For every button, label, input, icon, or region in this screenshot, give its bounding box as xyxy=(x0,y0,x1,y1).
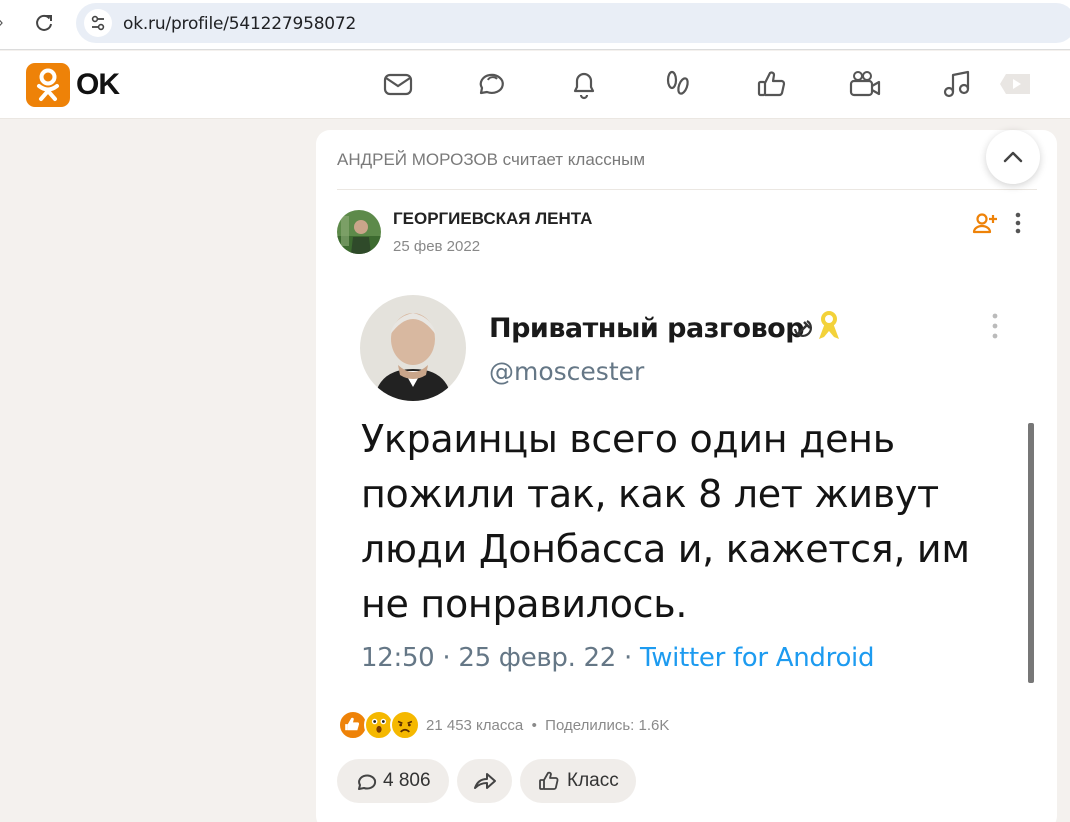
comments-button[interactable]: 4 806 xyxy=(337,759,449,803)
post-stats: 21 453 класса • Поделились: 1.6K xyxy=(426,717,669,734)
guests-icon[interactable] xyxy=(661,67,695,101)
author-avatar[interactable] xyxy=(337,210,381,254)
chevron-up-icon xyxy=(1003,151,1023,163)
class-like-button[interactable]: Класс xyxy=(520,759,636,803)
address-bar[interactable]: ok.ru/profile/541227958072 xyxy=(76,3,1070,43)
forward-icon[interactable]: › xyxy=(0,14,3,32)
tweet-avatar xyxy=(360,295,466,401)
class-like-label: Класс xyxy=(567,770,619,791)
ok-logo-icon[interactable] xyxy=(26,63,70,107)
tweet-author-name: Приватный разговор xyxy=(489,313,805,344)
bell-icon[interactable] xyxy=(567,67,601,101)
tweet-timestamp: 12:50 · 25 февр. 22 · xyxy=(361,643,640,673)
tweet-meta: 12:50 · 25 февр. 22 · Twitter for Androi… xyxy=(361,643,874,673)
video-play-icon[interactable] xyxy=(996,67,1036,101)
tweet-source: Twitter for Android xyxy=(639,643,875,673)
reload-icon[interactable] xyxy=(34,12,54,34)
ok-logo-text[interactable]: OK xyxy=(76,68,120,102)
site-info-icon[interactable] xyxy=(84,9,112,37)
collapse-button[interactable] xyxy=(986,130,1040,184)
mail-icon[interactable] xyxy=(381,67,415,101)
hammer-sickle-ribbon-icon xyxy=(793,310,839,339)
post-image[interactable]: Приватный разговор @moscester Украинцы в… xyxy=(337,277,1037,697)
shares-count[interactable]: Поделились: 1.6K xyxy=(545,717,669,734)
more-options-icon[interactable] xyxy=(1008,210,1028,236)
url-text[interactable]: ok.ru/profile/541227958072 xyxy=(123,14,356,34)
like-icon[interactable] xyxy=(755,67,789,101)
reactions-group[interactable] xyxy=(338,710,428,742)
divider xyxy=(337,189,1037,190)
feed-post-card: АНДРЕЙ МОРОЗОВ считает классным ГЕОРГИЕВ… xyxy=(316,130,1057,822)
post-date[interactable]: 25 фев 2022 xyxy=(393,238,480,255)
add-friend-icon[interactable] xyxy=(972,210,998,236)
comment-icon xyxy=(358,774,377,790)
share-arrow-icon xyxy=(474,773,496,789)
tweet-scrollbar xyxy=(1028,423,1034,683)
video-camera-icon[interactable] xyxy=(848,67,882,101)
sad-reaction-icon xyxy=(390,710,420,740)
author-name[interactable]: ГЕОРГИЕВСКАЯ ЛЕНТА xyxy=(393,209,592,229)
likes-count[interactable]: 21 453 класса xyxy=(426,717,523,734)
liked-by-text[interactable]: АНДРЕЙ МОРОЗОВ считает классным xyxy=(337,150,645,170)
site-header: OK xyxy=(0,51,1070,119)
chat-icon[interactable] xyxy=(473,67,507,101)
stats-separator: • xyxy=(531,717,537,734)
share-button[interactable] xyxy=(457,759,512,803)
browser-toolbar: › ok.ru/profile/541227958072 xyxy=(0,0,1070,50)
tweet-text: Украинцы всего один день пожили так, как… xyxy=(361,417,970,626)
tweet-handle: @moscester xyxy=(489,357,645,386)
comments-count: 4 806 xyxy=(383,770,431,791)
thumbs-up-icon xyxy=(539,771,559,790)
music-icon[interactable] xyxy=(941,67,975,101)
tweet-more-icon xyxy=(992,313,998,339)
